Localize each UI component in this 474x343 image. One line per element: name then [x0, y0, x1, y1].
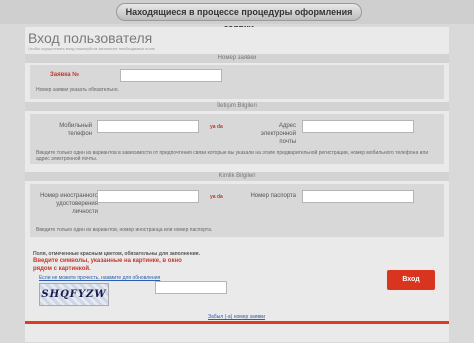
application-number-label: Заявка № — [50, 72, 79, 78]
identity-or-text: ya da — [210, 194, 223, 200]
forgot-application-number-link[interactable]: Забыл (-а) номер заявки — [208, 314, 265, 320]
page-subtitle: Чтобы осуществить вход пожалуйста заполн… — [28, 46, 156, 51]
application-section-header: Номер заявки — [25, 54, 449, 63]
contact-hint: Введите только один из вариантов в завис… — [36, 150, 429, 162]
identity-section: Номер иностранного удостоверения личност… — [30, 184, 444, 237]
email-input[interactable] — [302, 120, 414, 133]
foreign-id-input[interactable] — [97, 190, 199, 203]
contact-section-header: İletişim Bilgileri — [25, 102, 449, 111]
footer-divider — [25, 321, 449, 324]
top-banner: Находящиеся в процессе процедуры оформле… — [0, 0, 474, 33]
application-section: Заявка № Номер заявки указать обязательн… — [30, 65, 444, 99]
application-number-hint: Номер заявки указать обязательно. — [36, 87, 119, 93]
process-banner-title: Находящиеся в процессе процедуры оформле… — [116, 3, 362, 33]
page-title: Вход пользователя — [28, 30, 153, 46]
foreign-id-label: Номер иностранного удостоверения личност… — [40, 193, 98, 215]
captcha-refresh-link[interactable]: Если не можете прочесть, нажмите для обн… — [39, 275, 160, 281]
captcha-instructions: Введите символы, указанные на картинке, … — [33, 258, 182, 272]
captcha-image: SHQFYZW — [39, 283, 109, 306]
identity-hint: Введите только один из вариантов, номер … — [36, 227, 213, 233]
login-panel: Вход пользователя Чтобы осуществить вход… — [25, 27, 449, 342]
passport-label: Номер паспорта — [250, 193, 296, 199]
captcha-input[interactable] — [155, 281, 227, 294]
passport-input[interactable] — [302, 190, 414, 203]
login-button[interactable]: Вход — [387, 270, 435, 290]
mobile-phone-input[interactable] — [97, 120, 199, 133]
application-number-input[interactable] — [120, 69, 222, 82]
email-label: Адрес электронной почты — [260, 123, 296, 145]
mobile-phone-label: Мобильный телефон — [59, 123, 92, 137]
identity-section-header: Kimlik Bilgileri — [25, 172, 449, 181]
contact-section: Мобильный телефон ya da Адрес электронно… — [30, 114, 444, 164]
contact-or-text: ya da — [210, 124, 223, 130]
